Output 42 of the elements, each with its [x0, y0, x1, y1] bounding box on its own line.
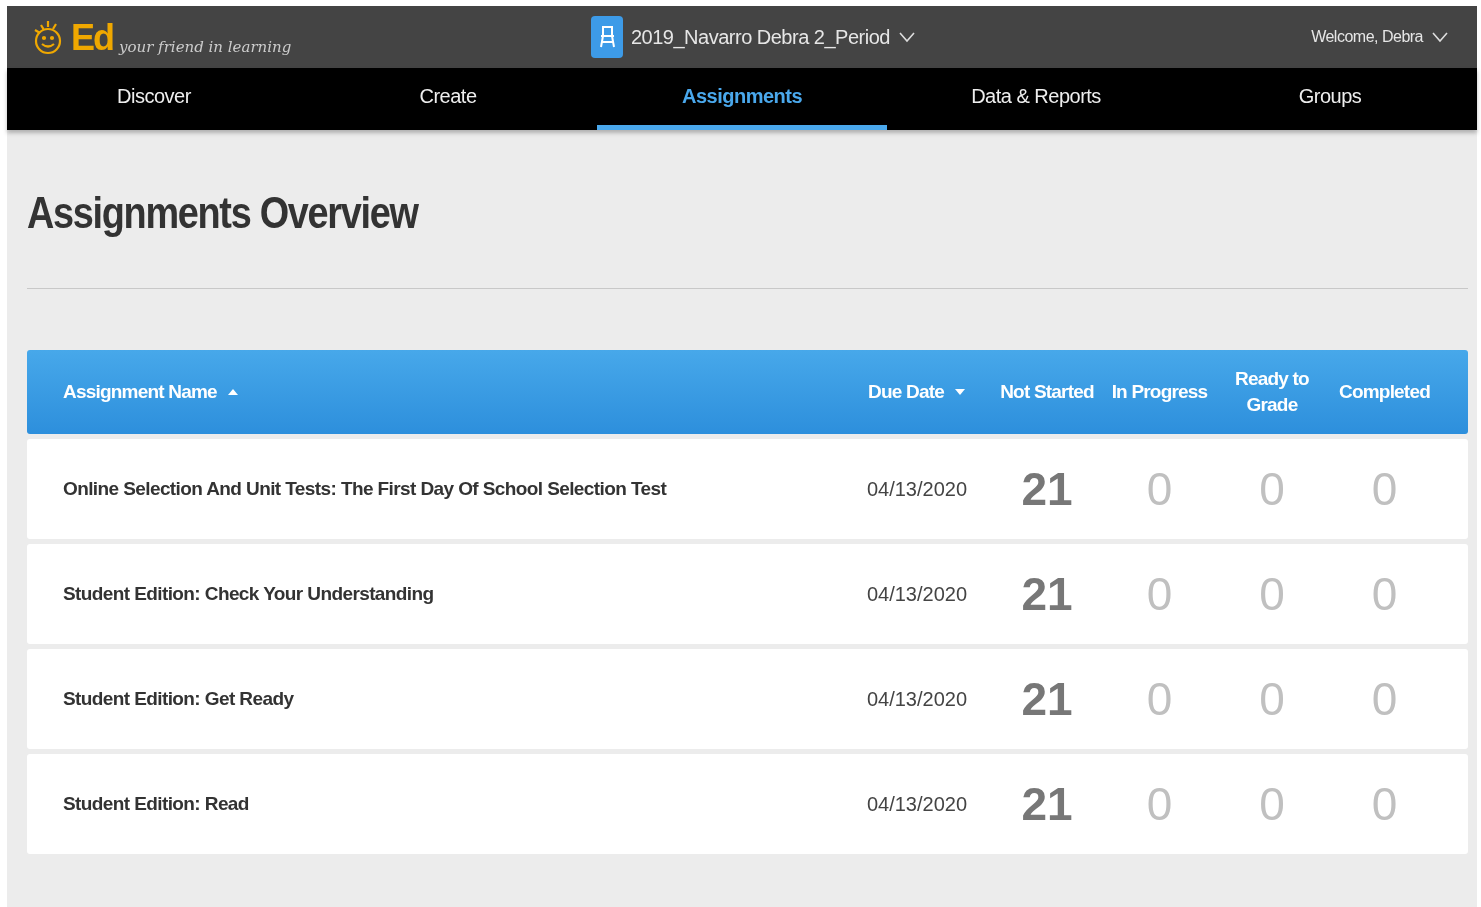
student-count: 0 — [1258, 462, 1286, 516]
student-count: 0 — [1258, 777, 1286, 831]
assignment-row[interactable]: Student Edition: Read 04/13/2020 21 0 0 0 — [27, 754, 1468, 854]
due-date: 04/13/2020 — [865, 582, 969, 606]
student-count: 0 — [1370, 777, 1399, 831]
student-count: 0 — [1370, 567, 1399, 621]
assignment-row[interactable]: Student Edition: Get Ready 04/13/2020 21 0 0 0 — [27, 649, 1468, 749]
sort-up-icon[interactable] — [226, 388, 239, 396]
student-count: 21 — [1020, 567, 1074, 621]
student-count: 0 — [1258, 567, 1286, 621]
class-selector[interactable]: 2019_Navarro Debra 2_Period — [631, 25, 916, 49]
student-count: 21 — [1020, 777, 1074, 831]
logo-tagline: your friend in learning — [119, 38, 292, 56]
logo-text: Ed — [71, 20, 113, 56]
student-count: 21 — [1020, 672, 1074, 726]
page-title: Assignments Overview — [27, 188, 420, 239]
chevron-down-icon — [897, 31, 916, 43]
nav-tab[interactable]: Groups — [1185, 68, 1475, 130]
assignment-name: Student Edition: Read — [63, 793, 250, 815]
user-menu[interactable]: Welcome, Debra — [1311, 28, 1449, 46]
student-count: 0 — [1258, 672, 1286, 726]
assignment-name: Student Edition: Get Ready — [63, 688, 295, 710]
nav-tab[interactable]: Data & Reports — [891, 68, 1181, 130]
chair-icon — [591, 16, 623, 58]
student-count: 21 — [1020, 462, 1074, 516]
nav-tab[interactable]: Create — [303, 68, 593, 130]
nav-tab[interactable]: Discover — [9, 68, 299, 130]
sort-down-icon[interactable] — [954, 388, 966, 396]
student-count: 0 — [1145, 777, 1174, 831]
due-date: 04/13/2020 — [865, 477, 969, 501]
assignment-name: Online Selection And Unit Tests: The First Day Of School Selection Test — [63, 478, 668, 500]
student-count: 0 — [1145, 672, 1174, 726]
due-date: 04/13/2020 — [865, 792, 969, 816]
assignment-name: Student Edition: Check Your Understanding — [63, 583, 435, 605]
assignment-row[interactable]: Student Edition: Check Your Understanding 04/13/2020 21 0 0 0 — [27, 544, 1468, 644]
student-count: 0 — [1145, 567, 1174, 621]
chevron-down-icon — [1431, 31, 1449, 43]
due-date: 04/13/2020 — [865, 687, 969, 711]
student-count: 0 — [1370, 672, 1399, 726]
student-count: 0 — [1145, 462, 1174, 516]
assignment-row[interactable]: Online Selection And Unit Tests: The First Day Of School Selection Test 04/13/2020 21 0 0 0 — [27, 439, 1468, 539]
student-count: 0 — [1370, 462, 1399, 516]
